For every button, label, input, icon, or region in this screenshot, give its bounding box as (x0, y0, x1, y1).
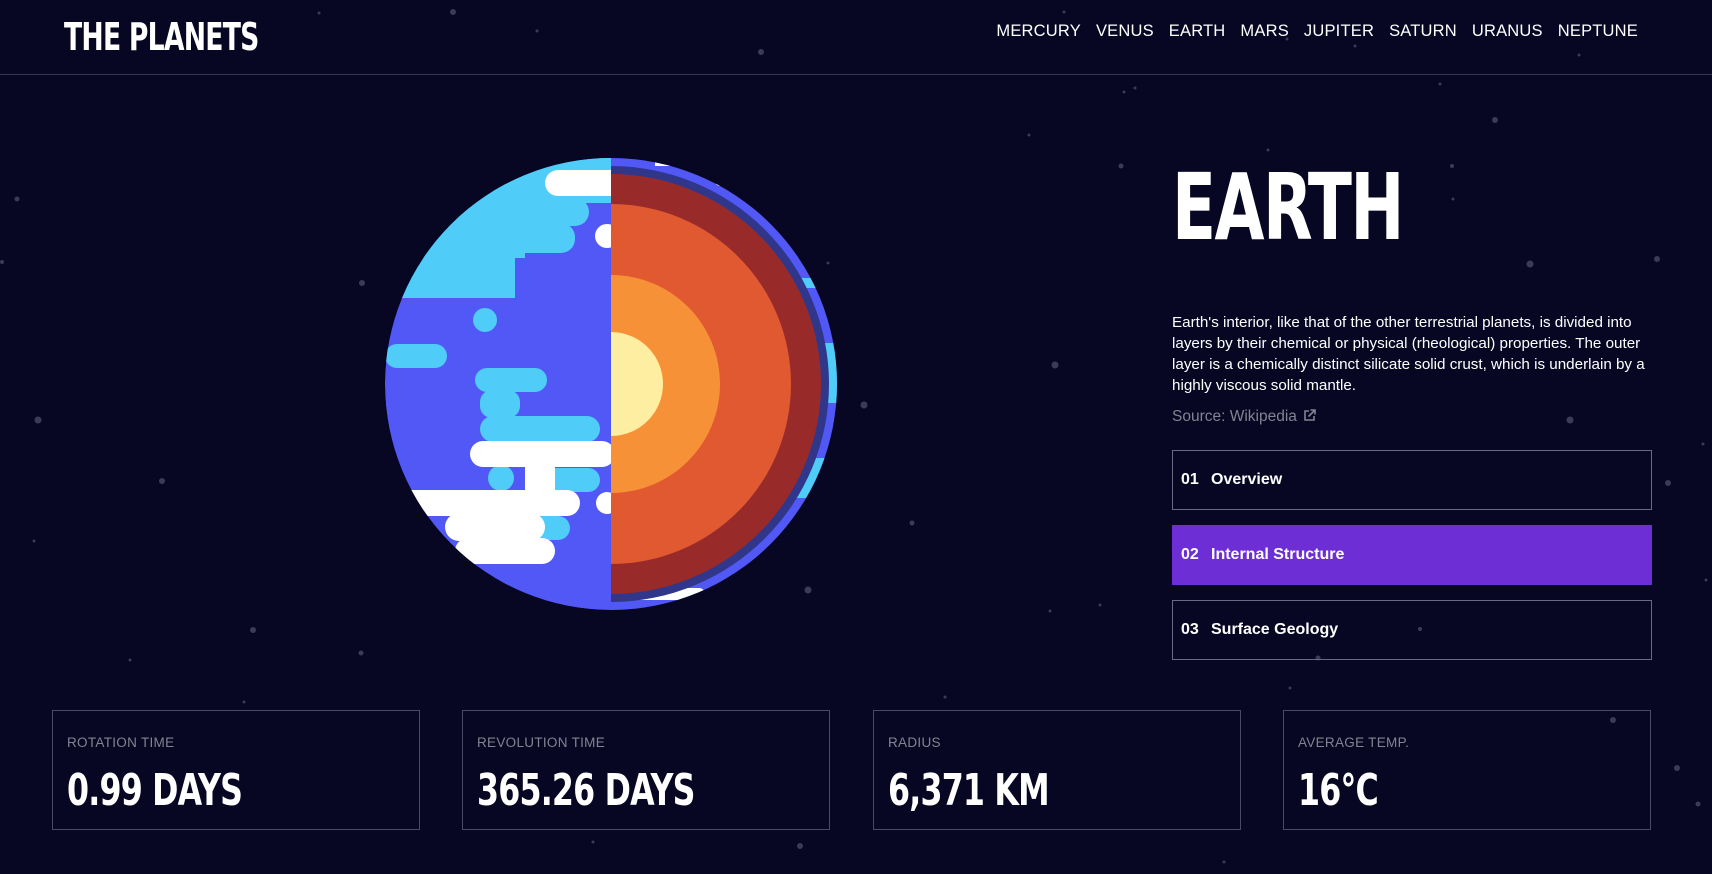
planet-internal-structure-image (385, 158, 837, 610)
planet-description: Earth's interior, like that of the other… (1172, 314, 1645, 394)
nav-saturn[interactable]: SATURN (1389, 22, 1457, 41)
nav-earth[interactable]: EARTH (1169, 22, 1226, 41)
nav-uranus[interactable]: URANUS (1472, 22, 1543, 41)
stat-card-temperature: AVERAGE TEMP. 16°C (1283, 710, 1651, 830)
nav-mars[interactable]: MARS (1240, 22, 1288, 41)
stat-label: ROTATION TIME (67, 735, 175, 750)
stat-value: 365.26 DAYS (477, 765, 695, 816)
stat-label: REVOLUTION TIME (477, 735, 606, 750)
planet-title: EARTH (1172, 154, 1404, 261)
tab-surface-geology[interactable]: 03 Surface Geology (1172, 600, 1652, 660)
nav-jupiter[interactable]: JUPITER (1304, 22, 1374, 41)
stat-value: 16°C (1298, 765, 1379, 816)
tab-number: 01 (1181, 471, 1199, 488)
tab-label: Overview (1211, 471, 1283, 488)
tab-label: Internal Structure (1211, 546, 1345, 563)
stat-label: RADIUS (888, 735, 941, 750)
tab-internal-structure[interactable]: 02 Internal Structure (1172, 525, 1652, 585)
source-line: Source: Wikipedia (1172, 408, 1317, 426)
stat-card-revolution: REVOLUTION TIME 365.26 DAYS (462, 710, 830, 830)
tab-overview[interactable]: 01 Overview (1172, 450, 1652, 510)
planet-nav: MERCURY VENUS EARTH MARS JUPITER SATURN … (996, 22, 1638, 41)
stat-card-rotation: ROTATION TIME 0.99 DAYS (52, 710, 420, 830)
nav-neptune[interactable]: NEPTUNE (1558, 22, 1638, 41)
tab-number: 03 (1181, 621, 1199, 638)
nav-mercury[interactable]: MERCURY (996, 22, 1081, 41)
stat-card-radius: RADIUS 6,371 KM (873, 710, 1241, 830)
nav-venus[interactable]: VENUS (1096, 22, 1154, 41)
source-label: Source: (1172, 408, 1226, 425)
stat-label: AVERAGE TEMP. (1298, 735, 1410, 750)
tab-number: 02 (1181, 546, 1199, 563)
stat-value: 0.99 DAYS (67, 765, 243, 816)
external-link-icon[interactable] (1303, 409, 1317, 422)
stat-value: 6,371 KM (888, 765, 1050, 816)
source-link[interactable]: Wikipedia (1230, 408, 1297, 425)
site-logo[interactable]: THE PLANETS (64, 15, 259, 59)
site-header: THE PLANETS MERCURY VENUS EARTH MARS JUP… (0, 0, 1712, 75)
tab-label: Surface Geology (1211, 621, 1339, 638)
